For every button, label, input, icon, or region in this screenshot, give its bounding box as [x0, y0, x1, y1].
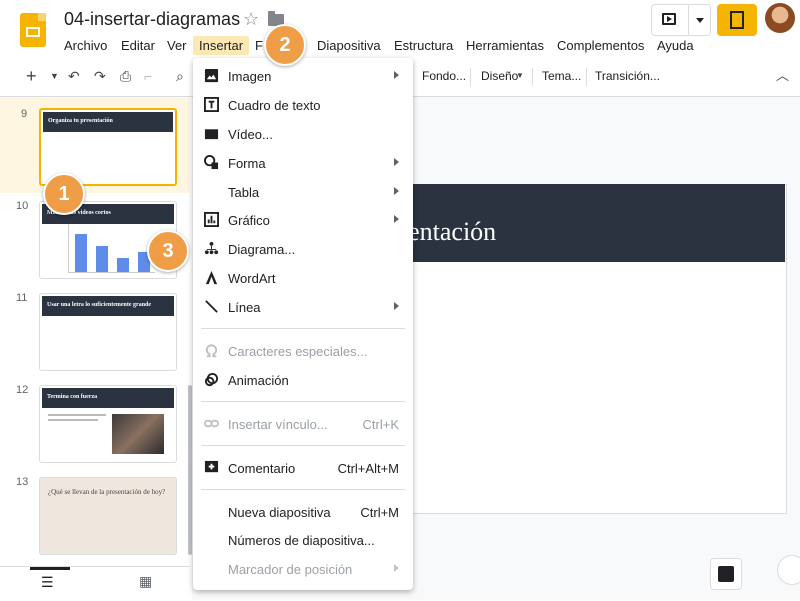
side-panel-toggle[interactable] — [777, 555, 800, 585]
link-icon — [204, 419, 219, 428]
menu-ayuda[interactable]: Ayuda — [657, 36, 694, 55]
thumbnail-photo — [112, 414, 164, 454]
menu-archivo[interactable]: Archivo — [64, 36, 107, 55]
transition-button[interactable]: Transición... — [595, 62, 660, 90]
animation-icon — [204, 372, 219, 387]
filmstrip-view-tabs: ☰ ▦ — [0, 566, 190, 601]
comment-icon — [204, 460, 219, 473]
callout-step-2: 2 — [264, 24, 306, 66]
filmstrip-scrollbar[interactable] — [188, 385, 192, 555]
thumbnail-title: Organiza tu presentación — [48, 118, 113, 124]
callout-step-3: 3 — [147, 230, 189, 272]
chevron-down-icon[interactable] — [696, 18, 704, 23]
slide-number: 9 — [21, 108, 28, 120]
wordart-icon — [205, 270, 218, 285]
chevron-up-icon[interactable]: ︿ — [776, 62, 789, 90]
menu-item-forma[interactable]: Forma — [193, 149, 413, 177]
grid-view-icon[interactable]: ▦ — [139, 573, 152, 590]
menu-complementos[interactable]: Complementos — [557, 36, 644, 55]
slide-number: 10 — [16, 200, 29, 212]
slide-number: 12 — [16, 384, 29, 396]
menu-item-numeros-de-diapositiva[interactable]: Números de diapositiva... — [193, 526, 413, 554]
paint-format-icon[interactable]: ⌐ — [144, 62, 152, 90]
menu-item-animacion[interactable]: Animación — [193, 366, 413, 394]
shape-icon — [204, 155, 219, 170]
share-button[interactable] — [717, 4, 757, 36]
menu-item-cuadro-de-texto[interactable]: Cuadro de texto — [193, 91, 413, 119]
avatar[interactable] — [765, 3, 795, 33]
chart-bar — [75, 234, 87, 272]
zoom-icon[interactable]: ⌕ — [176, 62, 184, 90]
list-view-icon[interactable]: ☰ — [41, 574, 54, 591]
menu-item-nueva-diapositiva[interactable]: Nueva diapositiva Ctrl+M — [193, 498, 413, 526]
chevron-down-icon[interactable]: ▼ — [50, 62, 59, 90]
menu-item-insertar-vinculo: Insertar vínculo... Ctrl+K — [193, 410, 413, 438]
menu-item-marcador-de-posicion: Marcador de posición — [193, 555, 413, 583]
slide-thumbnail[interactable]: ¿Qué se llevan de la presentación de hoy… — [39, 477, 177, 555]
video-icon — [204, 128, 219, 140]
menu-item-grafico[interactable]: Gráfico — [193, 206, 413, 234]
chart-icon — [204, 212, 219, 227]
insert-menu: Imagen Cuadro de texto Vídeo... Forma Ta… — [193, 58, 413, 590]
theme-button[interactable]: Tema... — [542, 62, 581, 90]
slide-thumbnail[interactable]: Usar una letra lo suficientemente grande — [39, 293, 177, 371]
menu-item-caracteres-especiales: Caracteres especiales... — [193, 337, 413, 365]
undo-icon[interactable]: ↶ — [68, 62, 80, 90]
text-box-icon — [204, 97, 219, 112]
thumbnail-title: ¿Qué se llevan de la presentación de hoy… — [48, 488, 166, 496]
menu-item-tabla[interactable]: Tabla — [193, 178, 413, 206]
slide-number: 13 — [16, 476, 29, 488]
menu-item-video[interactable]: Vídeo... — [193, 120, 413, 148]
background-button[interactable]: Fondo... — [422, 62, 466, 90]
thumbnail-title: Termina con fuerza — [47, 394, 98, 400]
menu-item-wordart[interactable]: WordArt — [193, 264, 413, 292]
chart-bar — [96, 246, 108, 272]
slide-number: 11 — [16, 292, 28, 304]
callout-step-1: 1 — [43, 173, 85, 215]
explore-button[interactable] — [710, 558, 742, 590]
lock-share-icon — [730, 11, 744, 29]
menu-item-linea[interactable]: Línea — [193, 293, 413, 321]
present-icon — [662, 13, 676, 25]
layout-button[interactable]: Diseño — [481, 62, 518, 90]
present-button[interactable] — [651, 4, 711, 36]
menu-ver[interactable]: Ver — [167, 36, 187, 55]
menu-item-diagrama[interactable]: Diagrama... — [193, 235, 413, 263]
redo-icon[interactable]: ↷ — [94, 62, 106, 90]
slides-logo[interactable] — [20, 13, 46, 47]
diagram-icon — [204, 241, 219, 255]
thumbnail-title: Usar una letra lo suficientemente grande — [47, 302, 152, 308]
star-icon[interactable]: ☆ — [243, 9, 259, 30]
menu-item-comentario[interactable]: Comentario Ctrl+Alt+M — [193, 454, 413, 482]
chart-bar — [117, 258, 129, 272]
menu-formato[interactable]: F — [255, 36, 263, 55]
menu-insertar[interactable]: Insertar — [193, 36, 250, 55]
slide-thumbnail[interactable]: Termina con fuerza — [39, 385, 177, 463]
print-icon[interactable]: ⎙ — [120, 62, 131, 90]
explore-icon — [718, 566, 734, 582]
image-icon — [204, 68, 219, 83]
document-title[interactable]: 04-insertar-diagramas — [64, 9, 240, 30]
chevron-down-icon[interactable]: ▼ — [516, 62, 524, 90]
menu-estructura[interactable]: Estructura — [394, 36, 453, 55]
menu-editar[interactable]: Editar — [121, 36, 155, 55]
menu-item-imagen[interactable]: Imagen — [193, 62, 413, 90]
menu-herramientas[interactable]: Herramientas — [466, 36, 544, 55]
new-slide-icon[interactable]: + — [26, 62, 37, 90]
menu-diapositiva[interactable]: Diapositiva — [317, 36, 381, 55]
line-icon — [205, 300, 218, 313]
thumbnail-chart — [68, 224, 155, 273]
omega-icon — [205, 344, 218, 358]
